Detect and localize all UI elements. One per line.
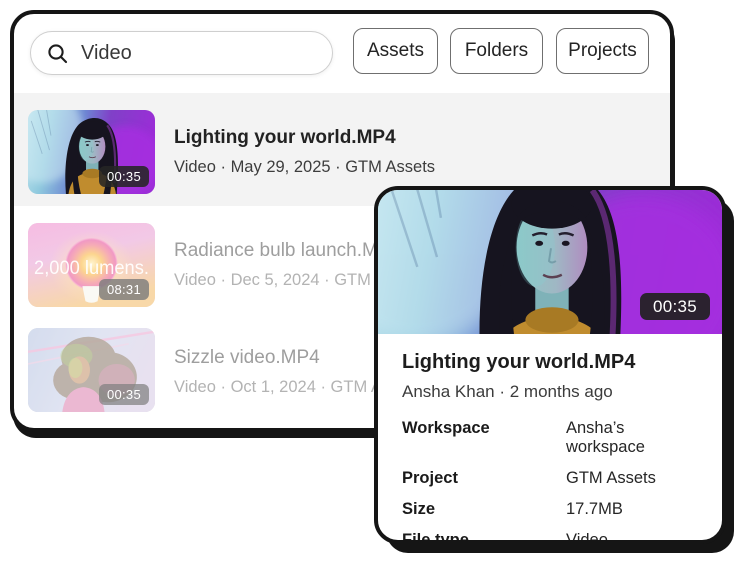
video-preview[interactable]: 00:35 xyxy=(378,190,722,334)
filter-button-projects[interactable]: Projects xyxy=(556,28,649,74)
field-label: File type xyxy=(402,531,566,544)
detail-body: Lighting your world.MP4 Ansha Khan · 2 m… xyxy=(378,334,722,544)
app-canvas: Assets Folders Projects xyxy=(0,0,750,563)
metadata-row-size: Size 17.7MB xyxy=(402,500,698,519)
search-icon xyxy=(47,43,68,64)
field-value: Ansha’s workspace xyxy=(566,419,698,457)
field-label: Workspace xyxy=(402,419,566,457)
result-text: Lighting your world.MP4 Video · May 29, … xyxy=(174,126,435,178)
duration-badge: 08:31 xyxy=(99,279,149,300)
duration-badge: 00:35 xyxy=(640,293,710,320)
asset-detail-card: 00:35 Lighting your world.MP4 Ansha Khan… xyxy=(374,186,726,544)
filter-button-assets[interactable]: Assets xyxy=(353,28,438,74)
metadata-row-workspace: Workspace Ansha’s workspace xyxy=(402,419,698,457)
asset-metadata: Workspace Ansha’s workspace Project GTM … xyxy=(402,419,698,544)
result-meta: Video · May 29, 2025 · GTM Assets xyxy=(174,157,435,178)
video-thumbnail-bulb: 2,000 lumens. 08:31 xyxy=(28,223,155,307)
field-label: Size xyxy=(402,500,566,519)
filter-button-folders[interactable]: Folders xyxy=(450,28,543,74)
result-title: Lighting your world.MP4 xyxy=(174,126,435,150)
video-thumbnail-sizzle: 00:35 xyxy=(28,328,155,412)
field-value: Video xyxy=(566,531,608,544)
thumbnail-overlay-text: 2,000 lumens. xyxy=(34,258,149,279)
field-value: 17.7MB xyxy=(566,500,623,519)
duration-badge: 00:35 xyxy=(99,384,149,405)
asset-title: Lighting your world.MP4 xyxy=(402,350,698,374)
video-thumbnail-portrait: 00:35 xyxy=(28,110,155,194)
field-value: GTM Assets xyxy=(566,469,656,488)
field-label: Project xyxy=(402,469,566,488)
search-input[interactable] xyxy=(79,41,303,66)
search-input-container[interactable] xyxy=(30,31,333,75)
asset-byline: Ansha Khan · 2 months ago xyxy=(402,381,698,402)
metadata-row-project: Project GTM Assets xyxy=(402,469,698,488)
duration-badge: 00:35 xyxy=(99,166,149,187)
metadata-row-filetype: File type Video xyxy=(402,531,698,544)
